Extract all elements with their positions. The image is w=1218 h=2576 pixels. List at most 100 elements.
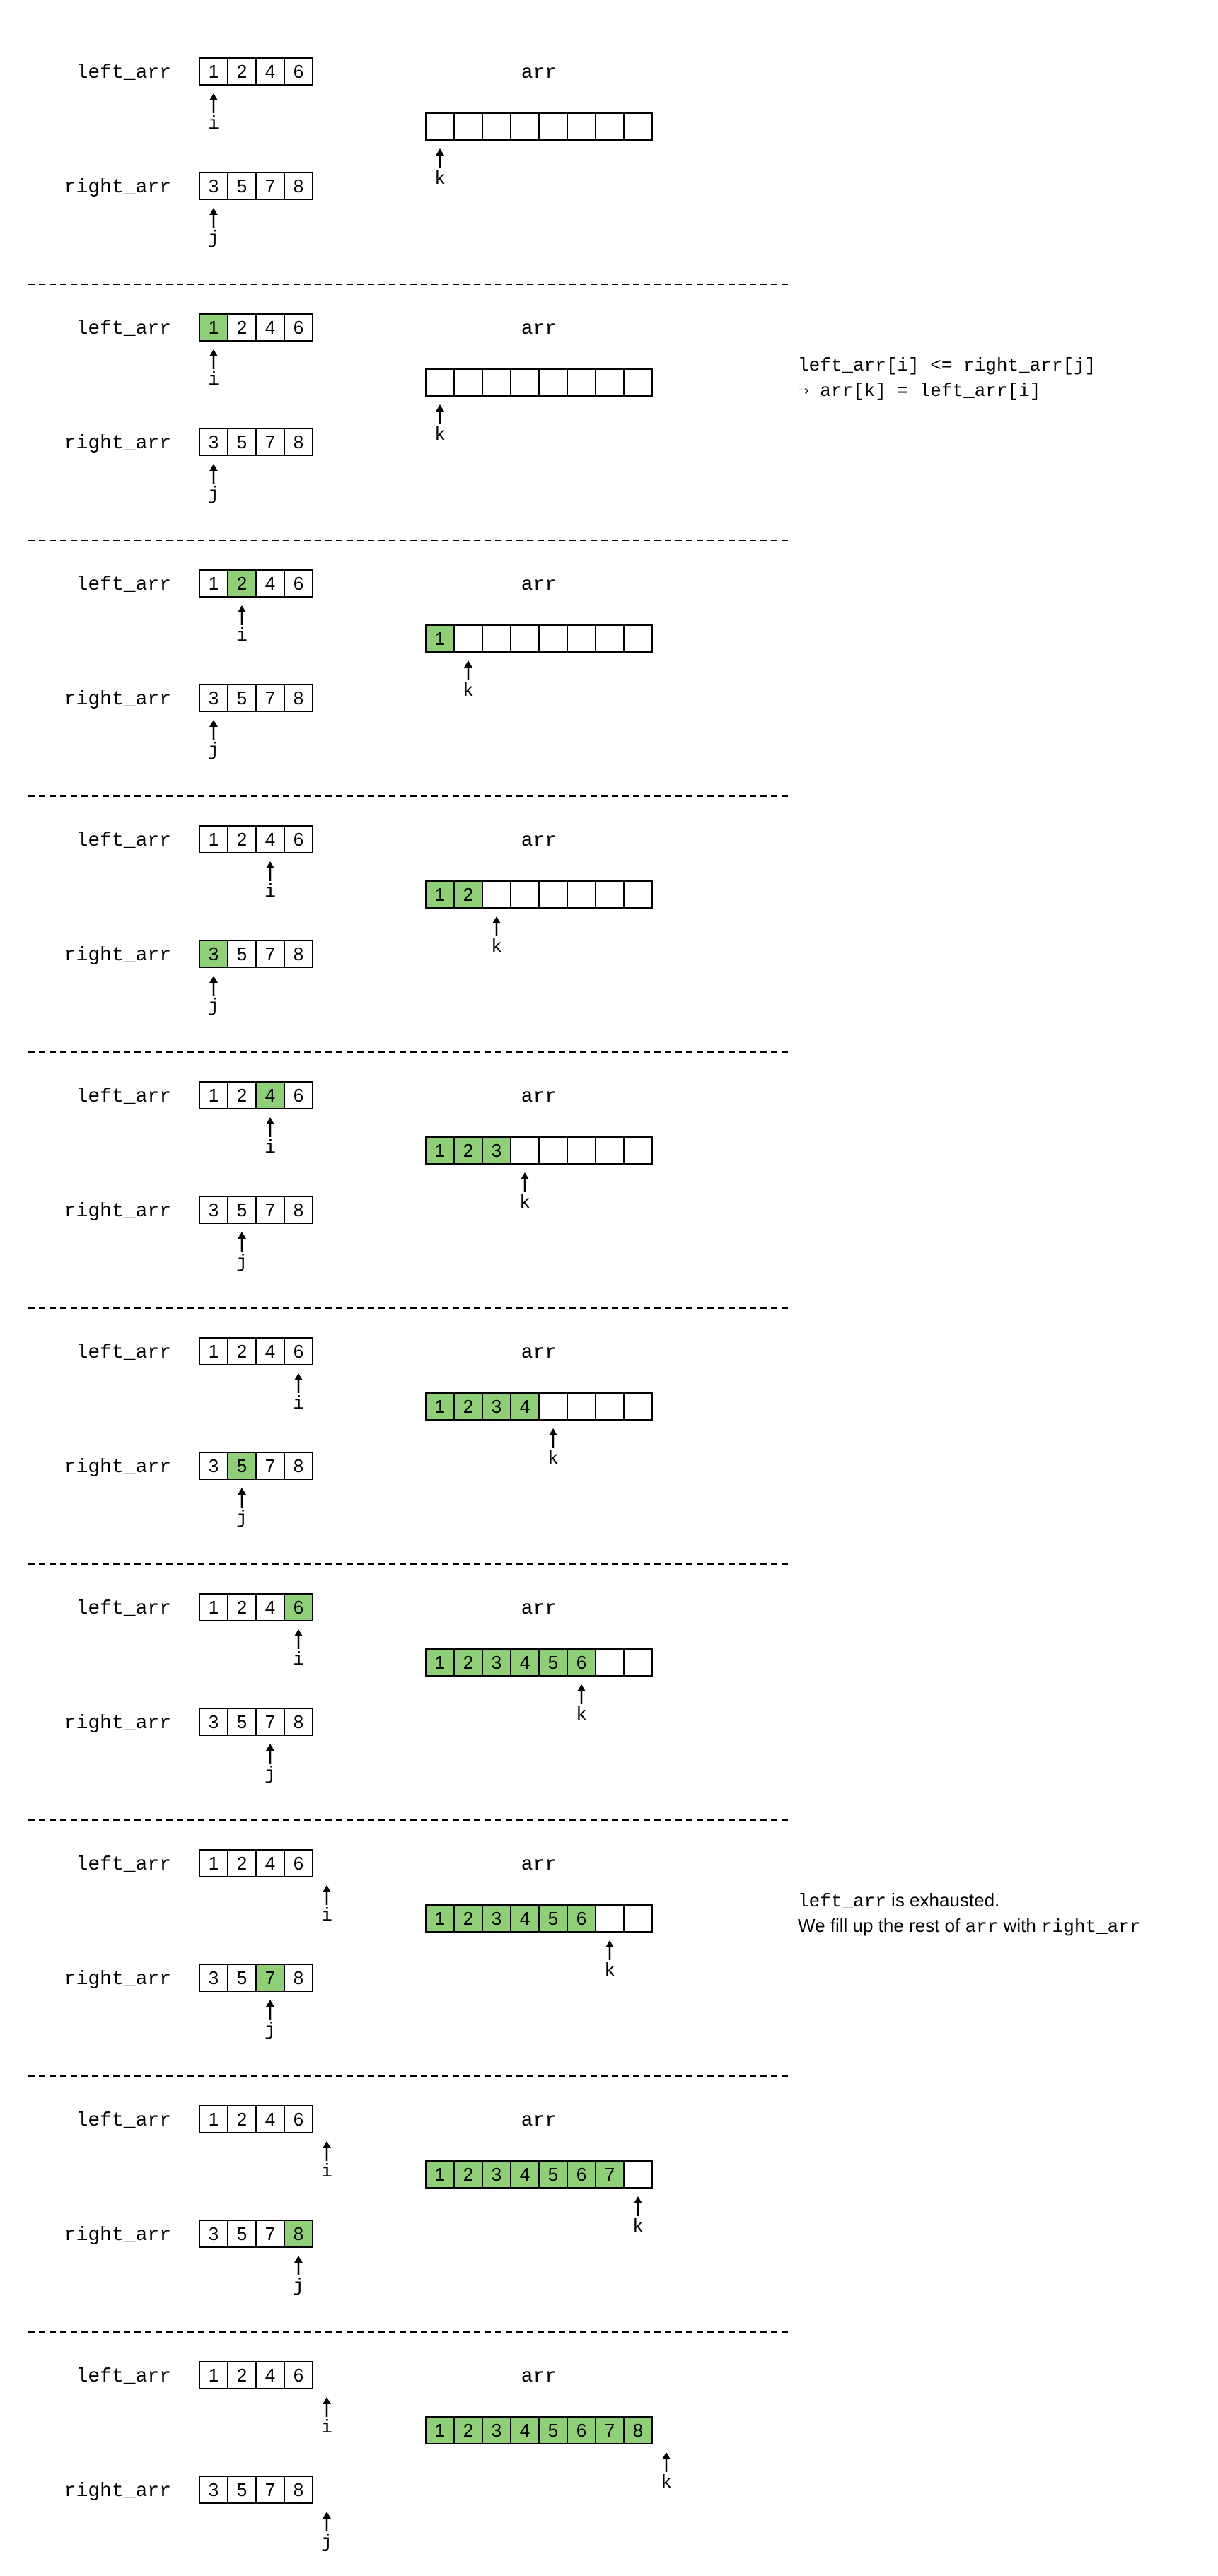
left-arr-value: 2	[237, 317, 247, 338]
right-arr-value: 5	[237, 2479, 247, 2500]
arr-value: 6	[576, 2164, 586, 2185]
j-pointer-arrowhead	[238, 1232, 246, 1239]
k-pointer-label: k	[547, 1448, 559, 1469]
right-arr-value: 5	[237, 1711, 247, 1732]
j-pointer-arrowhead	[294, 2256, 303, 2263]
k-pointer-arrowhead	[464, 660, 472, 668]
right-arr-label: right_arr	[64, 433, 171, 455]
j-pointer-label: j	[208, 228, 219, 249]
arr-cell	[595, 880, 625, 909]
left-arr-value: 6	[294, 2365, 303, 2386]
right-arr-value: 8	[294, 1199, 303, 1220]
arr-value: 2	[463, 1652, 473, 1673]
k-pointer-arrowhead	[436, 404, 444, 412]
arr-value: 1	[435, 1140, 445, 1161]
left-arr-value: 1	[209, 61, 219, 82]
right-arr-value: 8	[294, 1967, 303, 1988]
j-pointer-arrowhead	[209, 720, 218, 727]
left-arr-value: 1	[209, 573, 219, 594]
right-arr-value: 7	[265, 687, 275, 709]
arr-cell	[510, 880, 540, 909]
arr-value: 7	[605, 2164, 615, 2185]
i-pointer-arrowhead	[266, 1117, 274, 1124]
step-7: left_arrright_arrarr1 2 4 63 5 7 81 2 3 4 5 6ijk	[28, 1819, 792, 2041]
k-pointer-label: k	[632, 2216, 644, 2237]
right-arr-value: 7	[265, 175, 275, 197]
left-arr-value: 4	[265, 829, 275, 850]
left-arr-value: 1	[209, 2365, 219, 2386]
j-pointer-label: j	[265, 1764, 276, 1785]
arr-value: 1	[435, 1396, 445, 1417]
arr-cell	[538, 1392, 568, 1421]
left-arr-value: 4	[265, 61, 275, 82]
arr-cell	[453, 112, 483, 141]
right-arr-value: 7	[265, 943, 275, 964]
right-arr-value: 8	[294, 1711, 303, 1732]
right-arr-label: right_arr	[64, 2481, 171, 2502]
arr-cell	[567, 1136, 596, 1165]
left-arr-value: 1	[209, 1853, 219, 1874]
right-arr-value: 8	[294, 1455, 303, 1476]
left-arr-label: left_arr	[76, 1086, 171, 1108]
arr-value: 1	[435, 884, 445, 905]
j-pointer-label: j	[208, 996, 219, 1017]
annotation-line: left_arr[i] <= right_arr[j]	[798, 355, 1096, 376]
step-4: left_arrright_arrarr1 2 4 63 5 7 81 2 3ijk	[28, 1051, 792, 1273]
arr-value: 3	[492, 2420, 501, 2441]
left-arr-value: 1	[209, 2109, 219, 2130]
right-arr-value: 3	[209, 943, 219, 964]
arr-value: 5	[548, 1908, 558, 1929]
arr-value: 2	[463, 2420, 473, 2441]
arr-cell	[623, 624, 653, 653]
right-arr-label: right_arr	[64, 945, 171, 967]
k-pointer-label: k	[576, 1704, 587, 1725]
arr-label: arr	[521, 1854, 557, 1876]
i-pointer-label: i	[321, 2417, 332, 2438]
right-arr-value: 7	[265, 431, 275, 453]
arr-cell	[538, 880, 568, 909]
j-pointer-label: j	[321, 2531, 332, 2553]
k-pointer-arrowhead	[549, 1428, 557, 1435]
right-arr-value: 5	[237, 431, 247, 453]
left-arr-value: 2	[237, 1597, 247, 1618]
j-pointer-arrowhead	[323, 2512, 331, 2519]
arr-value: 3	[492, 2164, 501, 2185]
arr-cell	[623, 2160, 653, 2189]
i-pointer-label: i	[208, 113, 219, 134]
arr-cell	[482, 112, 511, 141]
j-pointer-arrowhead	[209, 208, 218, 215]
arr-value: 2	[463, 1140, 473, 1161]
i-pointer-arrowhead	[323, 1885, 331, 1892]
right-arr-value: 7	[265, 1711, 275, 1732]
right-arr-value: 7	[265, 2479, 275, 2500]
step-0: left_arr right_arr arr 1 2 4 6 3 5 7 8 i j k	[64, 57, 653, 249]
left-arr-value: 4	[265, 1597, 275, 1618]
left-arr-value: 2	[237, 1085, 247, 1106]
right-arr-value: 5	[237, 1455, 247, 1476]
right-arr-value: 3	[209, 687, 219, 709]
j-pointer-arrowhead	[266, 2000, 274, 2007]
arr-value: 1	[435, 1652, 445, 1673]
right-arr-value: 3	[209, 175, 219, 197]
arr-value: 2	[463, 1908, 473, 1929]
arr-cell	[453, 368, 483, 397]
right-arr-value: 7	[265, 1455, 275, 1476]
arr-value: 1	[435, 628, 445, 649]
right-arr-value: 7	[265, 2223, 275, 2244]
arr-cell	[595, 368, 625, 397]
arr-cell	[595, 1904, 625, 1933]
arr-value: 6	[576, 1652, 586, 1673]
arr-cell	[595, 1136, 625, 1165]
i-pointer-label: i	[265, 1137, 276, 1158]
left-arr-label: left_arr	[76, 318, 171, 340]
j-pointer-label: j	[265, 2020, 276, 2041]
step-1: left_arr right_arr arr 1 2 4 6 3 5 7 8 i j k	[28, 284, 792, 505]
left-arr-value: 1	[209, 1597, 219, 1618]
arr-cell	[595, 1392, 625, 1421]
arr-value: 3	[492, 1140, 501, 1161]
arr-value: 5	[548, 1652, 558, 1673]
right-arr-label: right_arr	[64, 1201, 171, 1223]
arr-cell	[425, 112, 455, 141]
arr-value: 1	[435, 2164, 445, 2185]
j-pointer-arrowhead	[238, 1488, 246, 1495]
